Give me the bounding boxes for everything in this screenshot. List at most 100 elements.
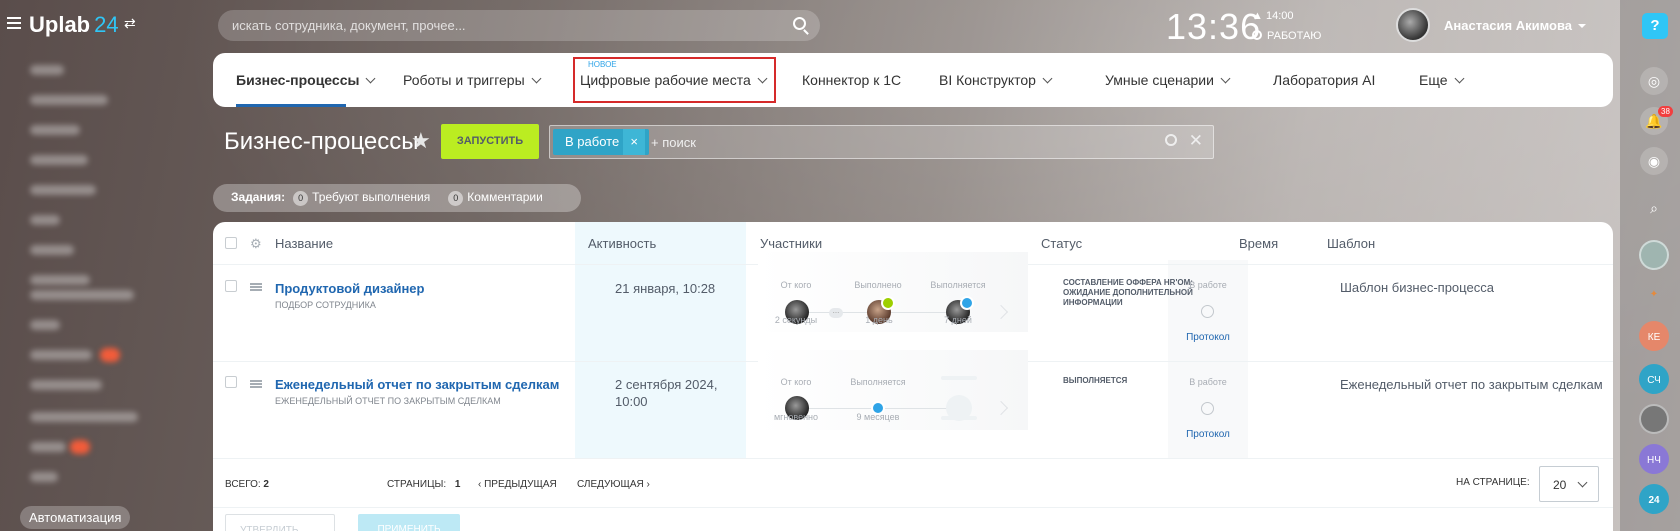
menu-item-blurred[interactable]: [30, 155, 88, 165]
row-time: В работе: [1189, 377, 1227, 387]
menu-item-automation[interactable]: Автоматизация: [20, 506, 131, 529]
total-count: ВСЕГО: 2: [225, 479, 269, 490]
global-search[interactable]: искать сотрудника, документ, прочее...: [218, 10, 820, 41]
next-page[interactable]: СЛЕДУЮЩАЯ ›: [577, 479, 650, 490]
menu-item-blurred[interactable]: [30, 185, 96, 195]
menu-icon[interactable]: [7, 17, 21, 29]
header-template[interactable]: Шаблон: [1327, 236, 1375, 251]
tab-robots-triggers[interactable]: Роботы и триггеры: [403, 72, 540, 88]
row-checkbox[interactable]: [225, 280, 237, 292]
header-time[interactable]: Время: [1239, 236, 1278, 251]
user-avatar[interactable]: [1396, 8, 1430, 42]
tab-ai-lab[interactable]: Лаборатория AI: [1273, 72, 1375, 88]
contact-avatar-sch[interactable]: СЧ: [1639, 364, 1669, 394]
swap-icon[interactable]: ⇄: [124, 15, 136, 32]
help-icon[interactable]: ?: [1642, 13, 1668, 39]
more-icon[interactable]: ...: [829, 307, 843, 318]
tab-bi-constructor[interactable]: BI Конструктор: [939, 72, 1051, 88]
participant-from-label: От кого: [780, 280, 812, 290]
alarm-icon: ▲: [1252, 10, 1263, 22]
work-status[interactable]: РАБОТАЮ: [1252, 30, 1321, 42]
prev-page[interactable]: ‹ ПРЕДЫДУЩАЯ: [478, 479, 557, 490]
comments-link[interactable]: Комментарии: [467, 190, 543, 204]
alarm-value: 14:00: [1265, 10, 1294, 22]
clock[interactable]: 13:36: [1166, 6, 1261, 48]
menu-item-blurred[interactable]: [30, 275, 90, 285]
menu-item-blurred[interactable]: [30, 125, 80, 135]
contact-avatar-ke[interactable]: КЕ: [1639, 321, 1669, 351]
header-name[interactable]: Название: [275, 236, 333, 251]
tab-business-processes[interactable]: Бизнес-процессы: [236, 72, 374, 88]
chat-icon[interactable]: ◉: [1640, 147, 1668, 175]
check-icon: [881, 296, 895, 310]
pending-link[interactable]: Требуют выполнения: [312, 190, 430, 204]
run-button[interactable]: ЗАПУСТИТЬ: [441, 124, 539, 159]
contact-avatar[interactable]: [1639, 404, 1669, 434]
tasks-bar: Задания: 0 Требуют выполнения 0 Комментарии: [213, 184, 581, 212]
per-page-select[interactable]: 20: [1539, 466, 1599, 502]
menu-item-blurred[interactable]: [30, 412, 138, 422]
row-menu-icon[interactable]: [250, 283, 262, 291]
page-number[interactable]: 1: [455, 479, 461, 490]
filter-search[interactable]: В работе × + поиск ✕: [549, 125, 1214, 159]
header-status[interactable]: Статус: [1041, 236, 1082, 251]
tab-smart-scenarios[interactable]: Умные сценарии: [1105, 72, 1229, 88]
bitrix24-icon[interactable]: 24: [1639, 484, 1669, 514]
menu-item-blurred[interactable]: [30, 320, 60, 330]
tab-connector-1c[interactable]: Коннектор к 1С: [802, 72, 901, 88]
approve-select[interactable]: УТВЕРДИТЬ: [225, 514, 335, 531]
row-checkbox[interactable]: [225, 376, 237, 388]
work-status-label: РАБОТАЮ: [1267, 30, 1322, 42]
top-tabs: Бизнес-процессы Роботы и триггеры Цифров…: [213, 53, 1613, 107]
row-template: Шаблон бизнес-процесса: [1340, 280, 1494, 295]
pages: СТРАНИЦЫ: 1: [387, 479, 460, 490]
header-participants[interactable]: Участники: [760, 236, 822, 251]
gear-icon[interactable]: ⚙: [250, 236, 262, 252]
row-title-link[interactable]: Продуктовой дизайнер: [275, 281, 424, 296]
close-icon[interactable]: ×: [623, 129, 646, 155]
logo[interactable]: Uplab 24: [29, 12, 119, 38]
row-menu-icon[interactable]: [250, 380, 262, 388]
clear-icon[interactable]: ✕: [1189, 131, 1203, 151]
menu-item-blurred[interactable]: [30, 290, 134, 300]
apply-button[interactable]: ПРИМЕНИТЬ: [358, 514, 460, 531]
menu-item-blurred[interactable]: [30, 65, 64, 75]
row-title-link[interactable]: Еженедельный отчет по закрытым сделкам: [275, 377, 559, 392]
filter-tag[interactable]: В работе ×: [553, 129, 650, 155]
row-subtitle: ПОДБОР СОТРУДНИКА: [275, 300, 376, 310]
protocol-link[interactable]: Протокол: [1168, 429, 1248, 440]
contact-avatar[interactable]: [1639, 240, 1669, 270]
participant-doing-label: Выполняется: [850, 377, 906, 387]
prev-label: ПРЕДЫДУЩАЯ: [484, 479, 557, 490]
search-icon[interactable]: [793, 17, 806, 30]
menu-item-blurred[interactable]: [30, 380, 102, 390]
tab-more[interactable]: Еще: [1419, 72, 1463, 88]
participant-from-time: мгновенно: [773, 412, 819, 422]
menu-item-blurred[interactable]: [30, 442, 66, 452]
protocol-link[interactable]: Протокол: [1168, 332, 1248, 343]
menu-item-blurred[interactable]: [30, 245, 74, 255]
placeholder-bar: [941, 416, 977, 420]
select-all-checkbox[interactable]: [225, 237, 237, 249]
clock-icon: [1201, 402, 1214, 415]
search-icon[interactable]: ⌕: [1640, 194, 1668, 222]
alarm-time[interactable]: ▲ 14:00: [1252, 10, 1293, 22]
contact-avatar-nch[interactable]: НЧ: [1639, 444, 1669, 474]
menu-item-blurred[interactable]: [30, 472, 58, 482]
search-icon[interactable]: [1165, 134, 1177, 146]
menu-item-blurred[interactable]: [30, 95, 108, 105]
target-icon[interactable]: ◎: [1640, 67, 1668, 95]
menu-item-blurred[interactable]: [30, 350, 92, 360]
notification-badge: 38: [1658, 106, 1673, 117]
header-activity[interactable]: Активность: [588, 236, 656, 251]
menu-item-blurred[interactable]: [30, 215, 60, 225]
row-activity: 21 января, 10:28: [615, 281, 716, 296]
star-icon[interactable]: ★: [411, 128, 431, 154]
row-time: В работе: [1189, 280, 1227, 290]
next-label: СЛЕДУЮЩАЯ: [577, 479, 644, 490]
contact-avatar[interactable]: ✦: [1639, 280, 1669, 310]
tasks-label: Задания:: [231, 190, 286, 204]
user-name[interactable]: Анастасия Акимова: [1444, 18, 1586, 33]
pending-count: 0: [293, 191, 309, 206]
row-activity: 2 сентября 2024, 10:00: [615, 376, 717, 410]
